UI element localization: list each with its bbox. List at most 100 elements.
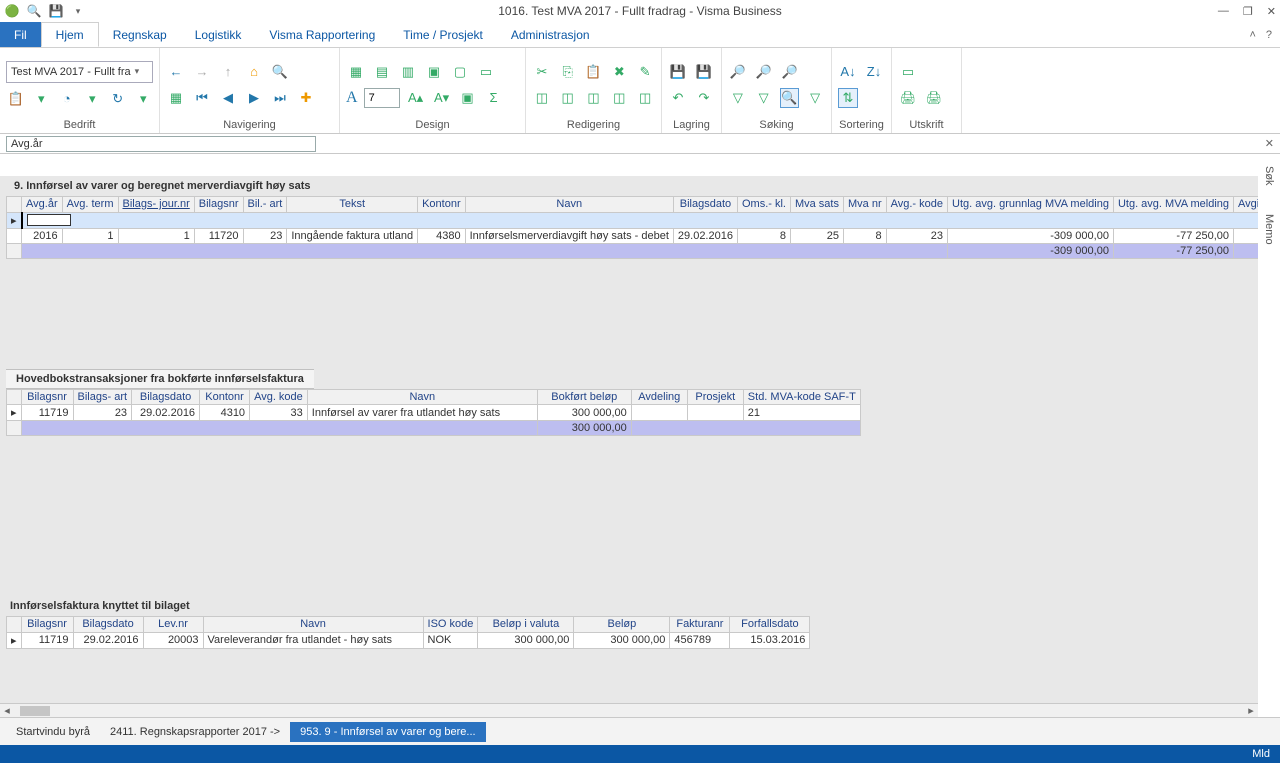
find-icon[interactable]: 🔎: [754, 62, 774, 82]
col-header[interactable]: Navn: [307, 389, 537, 405]
pie-icon[interactable]: ◔: [57, 89, 77, 109]
find-icon[interactable]: 🔎: [780, 62, 800, 82]
sidetab-search[interactable]: Søk: [1263, 166, 1275, 186]
tab-visma-rapportering[interactable]: Visma Rapportering: [255, 22, 389, 47]
print-icon[interactable]: 🖨: [924, 88, 944, 108]
table-row[interactable]: ▸ 11719 23 29.02.2016 4310 33 Innførsel …: [7, 405, 861, 421]
close-icon[interactable]: ✕: [1265, 137, 1274, 150]
col-header[interactable]: Bilagsdato: [132, 389, 200, 405]
rb-icon[interactable]: ◫: [635, 88, 655, 108]
back-icon[interactable]: ←: [166, 62, 186, 82]
col-header[interactable]: Avgifts- oppg.nr: [1234, 197, 1258, 213]
col-header[interactable]: ISO kode: [423, 617, 478, 633]
rb-icon[interactable]: ▾: [134, 89, 154, 109]
col-header[interactable]: Mva sats: [790, 197, 843, 213]
breadcrumb-item-active[interactable]: 953. 9 - Innførsel av varer og bere...: [290, 722, 485, 742]
col-header[interactable]: Fakturanr: [670, 617, 730, 633]
forward-icon[interactable]: →: [192, 62, 212, 82]
rb-icon[interactable]: ◫: [584, 88, 604, 108]
home-icon[interactable]: ⌂: [244, 62, 264, 82]
search-icon[interactable]: 🔍: [26, 3, 42, 19]
print-preview-icon[interactable]: ▭: [898, 62, 918, 82]
layout-icon[interactable]: ▥: [398, 62, 418, 82]
prev-icon[interactable]: ◀: [218, 88, 238, 108]
font-size-input[interactable]: [364, 88, 400, 108]
scroll-thumb[interactable]: [20, 706, 50, 716]
save-all-icon[interactable]: 💾: [694, 62, 714, 82]
col-header[interactable]: Bokført beløp: [537, 389, 631, 405]
breadcrumb-item[interactable]: 2411. Regnskapsrapporter 2017 ->: [100, 722, 290, 742]
tab-regnskap[interactable]: Regnskap: [99, 22, 181, 47]
col-header[interactable]: Tekst: [287, 197, 418, 213]
help-icon[interactable]: ?: [1266, 29, 1272, 41]
collapse-ribbon-icon[interactable]: ˄: [1249, 29, 1255, 41]
col-header[interactable]: Avdeling: [631, 389, 687, 405]
restore-button[interactable]: ❐: [1243, 5, 1253, 18]
filter-icon[interactable]: ▽: [728, 88, 748, 108]
redo-icon[interactable]: ↷: [694, 88, 714, 108]
col-header[interactable]: Bilagsdato: [673, 197, 737, 213]
rb-icon[interactable]: ▾: [32, 89, 52, 109]
company-combo[interactable]: Test MVA 2017 - Fullt fra ▾: [6, 61, 153, 83]
grid-innforsel[interactable]: Avg.år Avg. term Bilags- jour.nr Bilagsn…: [6, 196, 1258, 259]
filter-icon[interactable]: ▽: [805, 88, 825, 108]
close-button[interactable]: ✕: [1267, 5, 1276, 18]
delete-icon[interactable]: ✖: [609, 62, 629, 82]
col-header[interactable]: Lev.nr: [143, 617, 203, 633]
first-icon[interactable]: ⏮: [192, 88, 212, 108]
grid-innforselsfaktura[interactable]: Bilagsnr Bilagsdato Lev.nr Navn ISO kode…: [6, 616, 810, 649]
col-header[interactable]: Mva nr: [843, 197, 886, 213]
layout-icon[interactable]: ▢: [450, 62, 470, 82]
col-header[interactable]: Beløp i valuta: [478, 617, 574, 633]
tab-file[interactable]: Fil: [0, 22, 41, 47]
table-row-selected[interactable]: ▸: [7, 212, 1259, 228]
layout-icon[interactable]: ▣: [424, 62, 444, 82]
filter-icon[interactable]: ▽: [754, 88, 774, 108]
col-header[interactable]: Forfallsdato: [730, 617, 810, 633]
sort-asc-icon[interactable]: A↓: [838, 62, 858, 82]
col-header[interactable]: Utg. avg. grunnlag MVA melding: [948, 197, 1114, 213]
tab-logistikk[interactable]: Logistikk: [181, 22, 256, 47]
table-icon[interactable]: ▦: [166, 88, 186, 108]
rb-icon[interactable]: ◫: [609, 88, 629, 108]
tab-hjem[interactable]: Hjem: [41, 22, 99, 47]
font-shrink-icon[interactable]: A▾: [432, 88, 452, 108]
sort-icon[interactable]: ⇅: [838, 88, 858, 108]
sort-desc-icon[interactable]: Z↓: [864, 62, 884, 82]
zoom-icon[interactable]: 🔍: [270, 62, 290, 82]
table-row[interactable]: ▸ 11719 29.02.2016 20003 Vareleverandør …: [7, 632, 810, 648]
col-header[interactable]: Bilagsnr: [194, 197, 243, 213]
cut-icon[interactable]: ✂: [532, 62, 552, 82]
qat-dropdown-icon[interactable]: ▾: [70, 3, 86, 19]
col-header[interactable]: Avg. kode: [250, 389, 308, 405]
rb-icon[interactable]: ▾: [83, 89, 103, 109]
tab-time-prosjekt[interactable]: Time / Prosjekt: [389, 22, 497, 47]
layout-icon[interactable]: ▭: [476, 62, 496, 82]
up-icon[interactable]: ↑: [218, 62, 238, 82]
scroll-left-icon[interactable]: ◂: [0, 704, 14, 717]
edit-icon[interactable]: ✎: [635, 62, 655, 82]
calendar-icon[interactable]: 📋: [6, 89, 26, 109]
rb-icon[interactable]: ◫: [532, 88, 552, 108]
color-icon[interactable]: ▣: [458, 88, 478, 108]
refresh-icon[interactable]: ↻: [108, 89, 128, 109]
table-row[interactable]: 2016 1 1 11720 23 Inngående faktura utla…: [7, 228, 1259, 243]
col-header[interactable]: Bilagsnr: [21, 617, 73, 633]
search-active-icon[interactable]: 🔍: [780, 88, 800, 108]
layout-icon[interactable]: ▤: [372, 62, 392, 82]
col-header[interactable]: Std. MVA-kode SAF-T: [743, 389, 860, 405]
tab-administrasjon[interactable]: Administrasjon: [497, 22, 604, 47]
scroll-right-icon[interactable]: ▸: [1244, 704, 1258, 717]
rb-icon[interactable]: ◫: [558, 88, 578, 108]
last-icon[interactable]: ⏭: [270, 88, 290, 108]
col-header[interactable]: Bilags- jour.nr: [118, 197, 194, 213]
save-icon[interactable]: 💾: [668, 62, 688, 82]
col-header[interactable]: Navn: [465, 197, 673, 213]
horizontal-scrollbar[interactable]: ◂ ▸: [0, 703, 1258, 717]
col-header[interactable]: Avg.- kode: [886, 197, 947, 213]
find-icon[interactable]: 🔎: [728, 62, 748, 82]
print-icon[interactable]: 🖨: [898, 88, 918, 108]
col-header[interactable]: Kontonr: [200, 389, 250, 405]
col-header[interactable]: Bilagsnr: [21, 389, 73, 405]
col-header[interactable]: Bil.- art: [243, 197, 287, 213]
